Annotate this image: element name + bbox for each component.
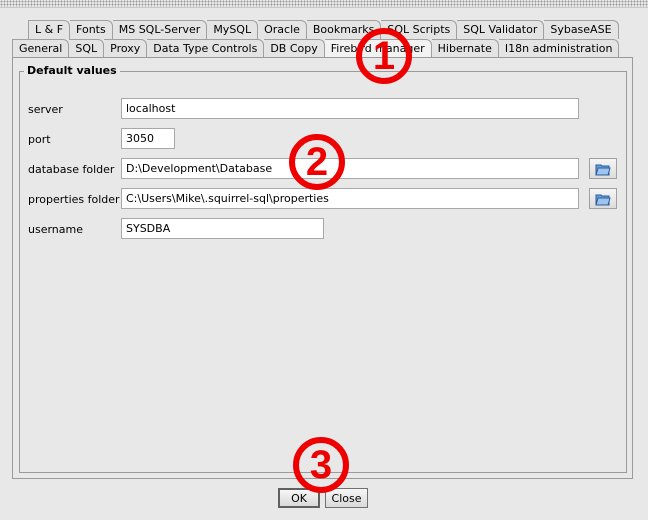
tab-sybasease[interactable]: SybaseASE — [544, 20, 619, 39]
server-input[interactable] — [121, 98, 579, 119]
username-input[interactable] — [121, 218, 324, 239]
folder-open-icon — [595, 194, 611, 205]
group-title: Default values — [24, 64, 120, 77]
tab-i18n-administration[interactable]: I18n administration — [498, 39, 620, 58]
tab-data-type-controls[interactable]: Data Type Controls — [147, 39, 265, 58]
tab-general[interactable]: General — [12, 39, 70, 58]
port-input[interactable] — [121, 128, 175, 149]
tab-sql-scripts[interactable]: SQL Scripts — [381, 20, 458, 39]
tab-sql-validator[interactable]: SQL Validator — [457, 20, 545, 39]
default-values-group: Default values — [19, 64, 627, 473]
tab-oracle[interactable]: Oracle — [258, 20, 307, 39]
folder-open-icon — [595, 164, 611, 175]
tab-firebird-manager[interactable]: Firebird manager — [324, 39, 432, 59]
tab-db-copy[interactable]: DB Copy — [264, 39, 325, 58]
drag-grip[interactable] — [0, 0, 648, 8]
username-label: username — [28, 223, 83, 236]
properties-folder-input[interactable] — [121, 188, 579, 209]
tab-row-1: L & F Fonts MS SQL-Server MySQL Oracle B… — [28, 20, 619, 39]
tab-ms-sql-server[interactable]: MS SQL-Server — [112, 20, 208, 39]
ok-button[interactable]: OK — [278, 488, 320, 508]
tab-fonts[interactable]: Fonts — [70, 20, 113, 39]
database-folder-label: database folder — [28, 163, 115, 176]
tab-sql[interactable]: SQL — [69, 39, 105, 58]
browse-database-folder-button[interactable] — [589, 158, 617, 179]
browse-properties-folder-button[interactable] — [589, 188, 617, 209]
tab-proxy[interactable]: Proxy — [104, 39, 148, 58]
port-label: port — [28, 133, 51, 146]
tab-look-and-feel[interactable]: L & F — [28, 20, 71, 39]
tab-hibernate[interactable]: Hibernate — [431, 39, 499, 58]
tab-row-2: General SQL Proxy Data Type Controls DB … — [12, 39, 620, 59]
database-folder-input[interactable] — [121, 158, 579, 179]
tab-bookmarks[interactable]: Bookmarks — [306, 20, 382, 39]
tab-mysql[interactable]: MySQL — [207, 20, 259, 39]
close-button[interactable]: Close — [325, 488, 368, 508]
server-label: server — [28, 103, 63, 116]
tab-content-panel: Default values — [12, 57, 633, 479]
properties-folder-label: properties folder — [28, 193, 120, 206]
